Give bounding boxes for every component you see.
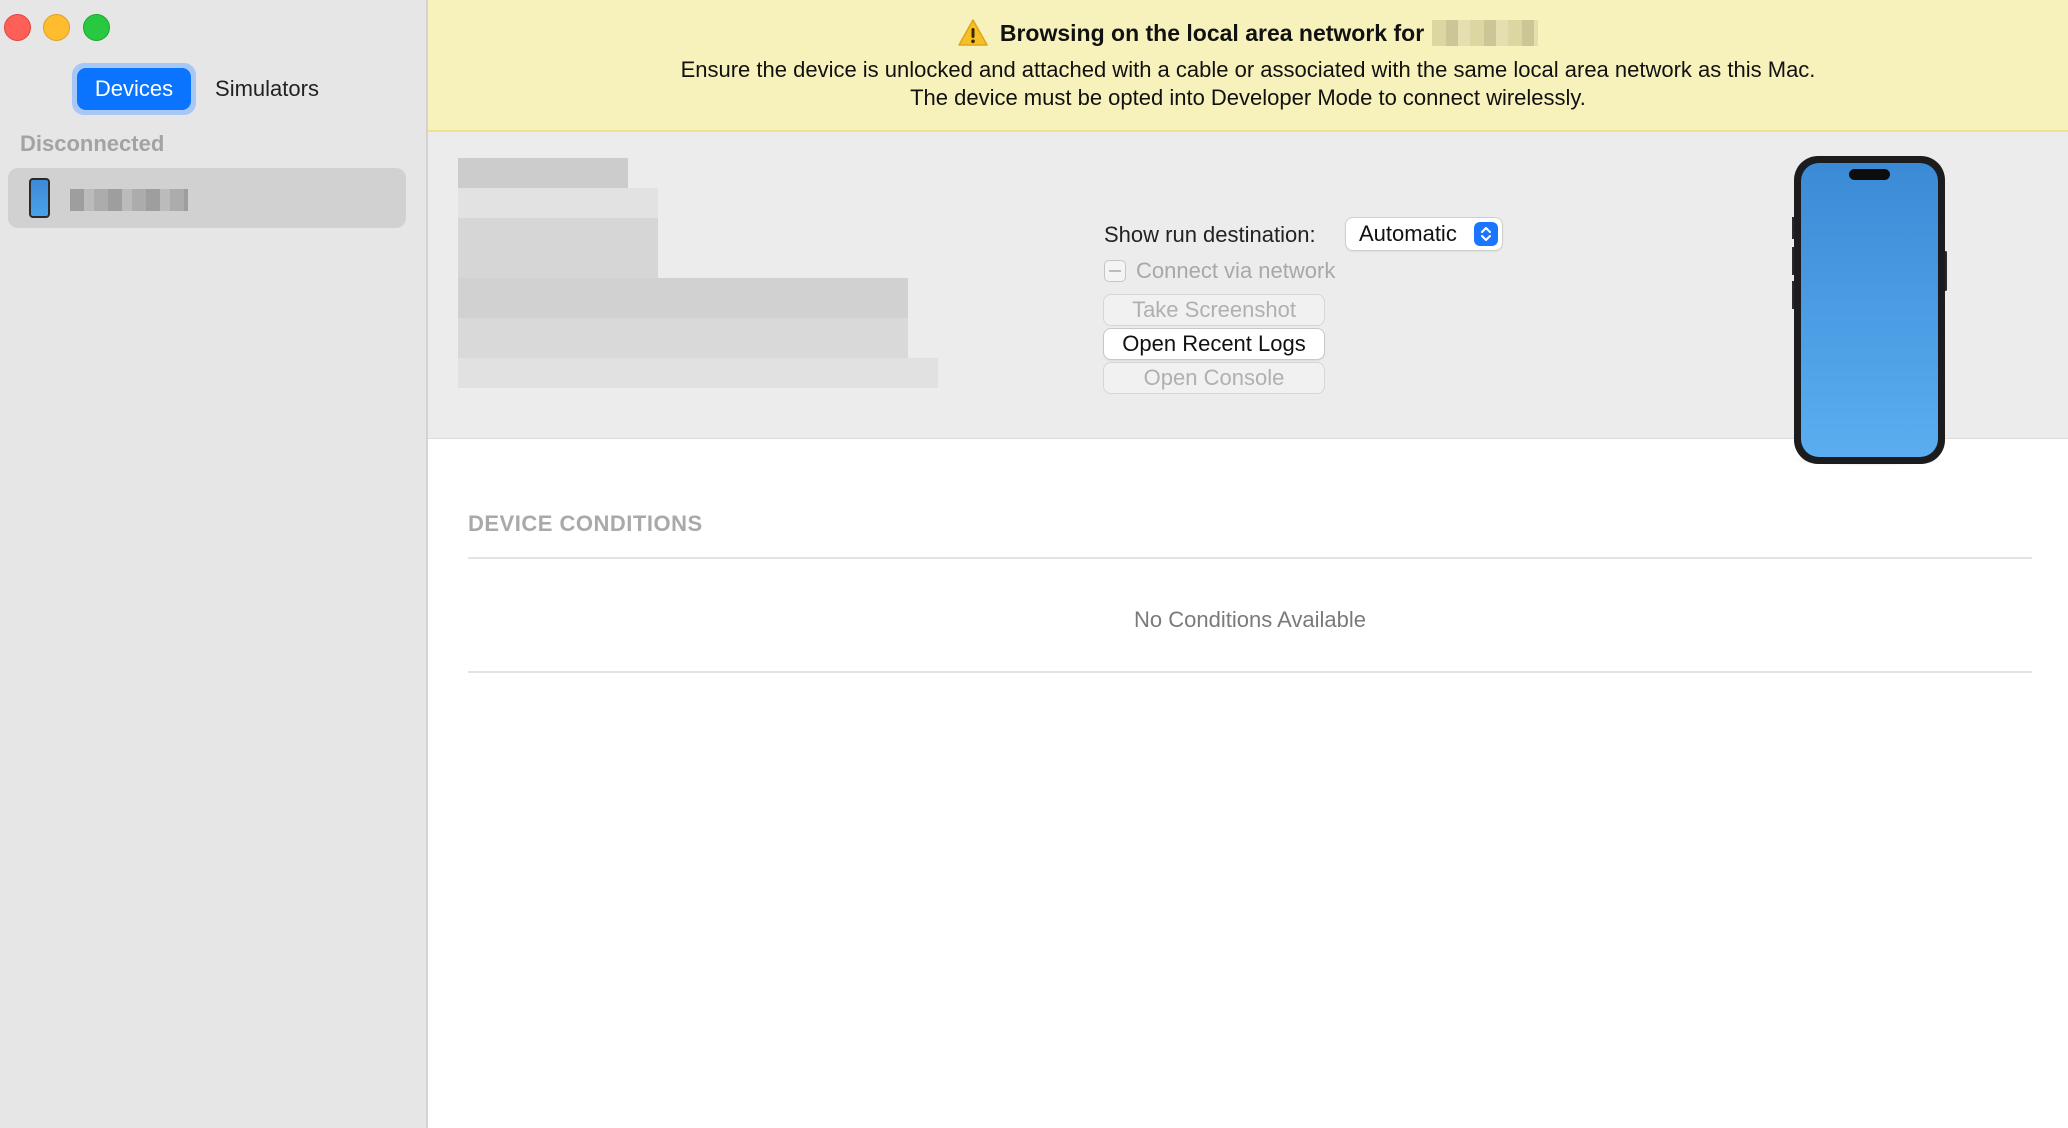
device-details-redacted bbox=[458, 158, 938, 428]
up-down-chevron-icon bbox=[1474, 222, 1498, 246]
iphone-illustration bbox=[1792, 156, 1947, 466]
connect-via-network-option: Connect via network bbox=[1104, 258, 1335, 284]
run-destination-select[interactable]: Automatic bbox=[1346, 218, 1502, 250]
devices-window: Devices Simulators Disconnected Browsing… bbox=[0, 0, 2068, 1128]
tab-devices[interactable]: Devices bbox=[72, 63, 196, 115]
sidebar: Devices Simulators Disconnected bbox=[0, 0, 428, 1128]
banner-title: Browsing on the local area network for bbox=[999, 19, 1425, 46]
banner-message-line2: The device must be opted into Developer … bbox=[910, 85, 1586, 110]
run-destination-value: Automatic bbox=[1359, 221, 1457, 246]
tab-simulators[interactable]: Simulators bbox=[200, 63, 334, 115]
host-name-redacted bbox=[1432, 20, 1539, 46]
take-screenshot-button[interactable]: Take Screenshot bbox=[1104, 295, 1324, 325]
tab-devices-label: Devices bbox=[77, 68, 191, 110]
device-name-redacted bbox=[70, 189, 188, 211]
connect-via-network-checkbox[interactable] bbox=[1104, 260, 1126, 282]
iphone-icon bbox=[29, 178, 50, 218]
close-window-button[interactable] bbox=[4, 14, 31, 41]
minimize-window-button[interactable] bbox=[43, 14, 70, 41]
no-conditions-text: No Conditions Available bbox=[1134, 607, 1366, 632]
run-destination-label: Show run destination: bbox=[1104, 222, 1316, 247]
banner-message-line1: Ensure the device is unlocked and attach… bbox=[680, 57, 1816, 82]
network-browsing-banner: Browsing on the local area network for E… bbox=[428, 0, 2068, 132]
banner-title-line: Browsing on the local area network for bbox=[428, 19, 2068, 47]
section-header-disconnected: Disconnected bbox=[20, 131, 165, 156]
divider bbox=[468, 557, 2032, 559]
warning-icon bbox=[958, 19, 988, 46]
connect-via-network-label: Connect via network bbox=[1136, 258, 1336, 283]
open-recent-logs-button[interactable]: Open Recent Logs bbox=[1104, 329, 1324, 359]
divider bbox=[468, 671, 2032, 673]
sidebar-device-item[interactable] bbox=[8, 168, 406, 228]
zoom-window-button[interactable] bbox=[83, 14, 110, 41]
device-conditions-header: DEVICE CONDITIONS bbox=[468, 511, 703, 536]
open-console-button[interactable]: Open Console bbox=[1104, 363, 1324, 393]
